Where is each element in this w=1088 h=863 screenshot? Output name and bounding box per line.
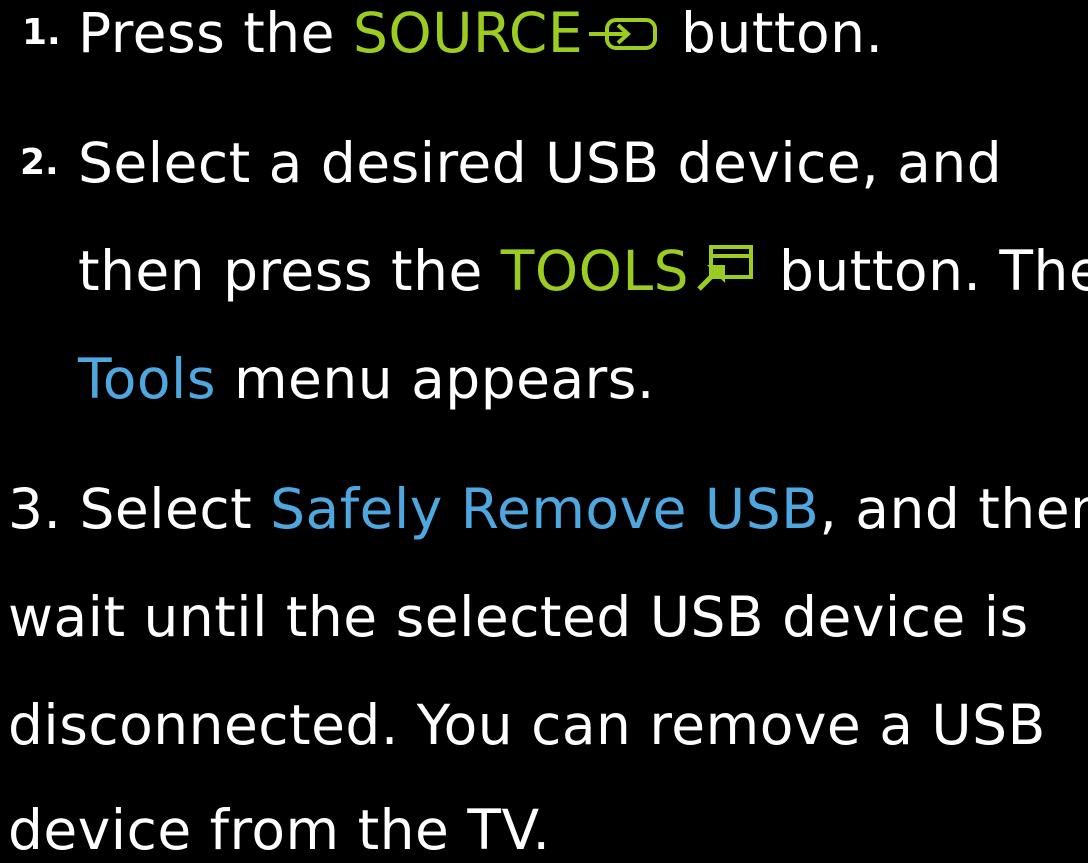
step-2-line-3: Tools menu appears. xyxy=(78,346,655,412)
step-2-number: 2. xyxy=(20,142,59,183)
step-3-line-1: 3. Select Safely Remove USB, and then xyxy=(8,476,1088,542)
safely-remove-usb-label: Safely Remove USB xyxy=(270,477,820,541)
step-3-number: 3. xyxy=(8,477,62,541)
source-button-label: SOURCE xyxy=(352,1,584,65)
step-1-text: Press the SOURCE button. xyxy=(78,0,883,70)
step-2-line-2-after: button. The xyxy=(761,239,1088,303)
step-3-line-1-before: Select xyxy=(61,477,271,541)
tools-icon xyxy=(693,239,757,305)
step-2-line-2: then press the TOOLS button. The xyxy=(78,238,1088,308)
step-3-line-3: disconnected. You can remove a USB xyxy=(8,693,1046,757)
step-2-line-1: Select a desired USB device, and xyxy=(78,131,1003,195)
step-2-line-3-after: menu appears. xyxy=(216,347,655,411)
tools-menu-label: Tools xyxy=(78,347,216,411)
step-1-text-before: Press the xyxy=(78,1,353,65)
step-2-line-2-before: then press the xyxy=(78,239,501,303)
tools-button-label: TOOLS xyxy=(500,239,690,303)
step-3-line-4: device from the TV. xyxy=(8,798,551,862)
source-input-icon xyxy=(587,1,659,67)
step-3-line-2: wait until the selected USB device is xyxy=(8,585,1029,649)
step-1-number: 1. xyxy=(22,12,61,53)
step-1-text-after: button. xyxy=(663,1,884,65)
step-3-line-1-after: , and then xyxy=(819,477,1088,541)
